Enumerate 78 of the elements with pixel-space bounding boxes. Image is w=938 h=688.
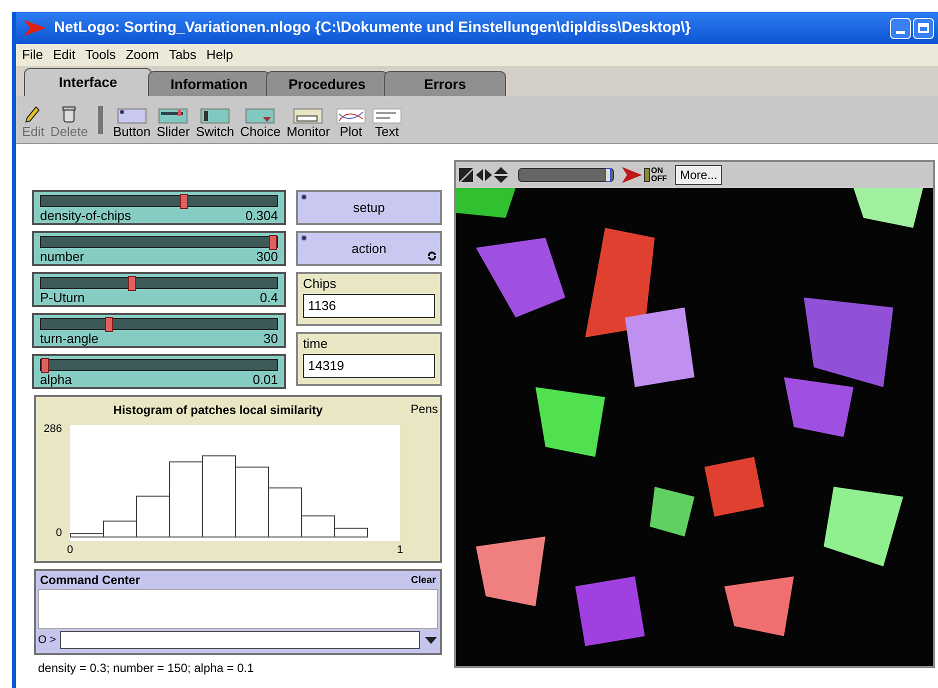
slider[interactable]: P-Uturn 0.4	[32, 272, 286, 307]
tab[interactable]: Procedures	[266, 71, 388, 96]
button[interactable]: setup	[296, 190, 442, 225]
slider[interactable]: density-of-chips 0.304	[32, 190, 286, 225]
dropdown-arrow-icon[interactable]	[424, 635, 438, 645]
pens-label[interactable]: Pens	[410, 400, 438, 418]
tab[interactable]: Information	[148, 71, 270, 96]
more-button[interactable]: More...	[675, 165, 722, 185]
trash-icon	[60, 106, 78, 124]
histogram-bar	[235, 466, 269, 538]
x-tick-label: 1	[396, 544, 404, 556]
monitor-value: 1136	[303, 294, 435, 318]
slider-thumb[interactable]	[269, 235, 277, 250]
indicator-icon	[301, 235, 307, 241]
netlogo-logo-icon	[24, 20, 46, 36]
toolbar-button[interactable]: Text	[372, 106, 402, 140]
monitor-icon	[293, 106, 324, 124]
maximize-button[interactable]	[913, 18, 934, 38]
slider-thumb[interactable]	[128, 276, 136, 291]
button[interactable]: action	[296, 231, 442, 266]
slider-value: 30	[264, 331, 278, 347]
view-update-switch[interactable]: ON OFF	[644, 167, 667, 183]
prompt-label: O >	[38, 632, 56, 648]
slider-label: alpha	[40, 372, 72, 388]
status-text: density = 0.3; number = 150; alpha = 0.1	[38, 660, 255, 677]
speed-thumb[interactable]	[605, 168, 612, 182]
window-title: NetLogo: Sorting_Variationen.nlogo {C:\Dokumente und Einstellungen\dipldiss\Desktop\}	[54, 18, 691, 38]
slider-thumb[interactable]	[180, 194, 188, 209]
slider-thumb[interactable]	[104, 317, 113, 332]
menu-item[interactable]: Zoom	[126, 45, 159, 65]
toolbar-button[interactable]: Switch	[196, 106, 234, 140]
speed-slider[interactable]	[518, 168, 614, 182]
menu-item[interactable]: File	[22, 45, 43, 65]
slider-label: P-Uturn	[40, 290, 85, 306]
choice-icon	[245, 106, 276, 124]
slider-value: 0.01	[252, 372, 278, 388]
indicator-icon	[301, 194, 307, 200]
menu-item[interactable]: Tools	[85, 45, 116, 65]
y-tick-label: 0	[56, 527, 62, 539]
plot-title: Histogram of patches local similarity	[112, 402, 324, 419]
clear-button[interactable]: Clear	[410, 572, 436, 588]
arrow-icon	[622, 167, 642, 183]
menu-item[interactable]: Tabs	[168, 45, 196, 65]
toolbar-button[interactable]: Monitor	[286, 106, 330, 140]
monitor-label: time	[303, 336, 329, 352]
monitor-value: 14319	[303, 354, 435, 378]
monitor-label: Chips	[303, 276, 338, 292]
x-tick-label: 0	[66, 544, 74, 556]
toolbar-separator	[98, 106, 103, 134]
text-icon	[372, 106, 402, 124]
toolbar-button[interactable]: Slider	[156, 106, 190, 140]
view-size-controls-icon[interactable]	[458, 167, 510, 183]
slider[interactable]: number 300	[32, 231, 286, 266]
slider[interactable]: alpha 0.01	[32, 354, 286, 389]
menu-item[interactable]: Help	[206, 45, 234, 65]
tab[interactable]: Errors	[384, 71, 506, 96]
y-tick-label: 286	[44, 423, 62, 435]
toolbar-button[interactable]: Button	[112, 106, 151, 140]
slider-label: number	[40, 249, 84, 265]
slider-value: 0.304	[245, 208, 278, 224]
command-center-title: Command Center	[40, 572, 140, 589]
tab[interactable]: Interface	[24, 68, 152, 96]
slider-label: turn-angle	[40, 331, 99, 347]
minimize-button[interactable]	[890, 18, 911, 38]
slider-icon	[158, 106, 188, 124]
menu-item[interactable]: Edit	[52, 45, 76, 65]
command-input-field[interactable]	[60, 631, 420, 649]
slider-label: density-of-chips	[40, 208, 132, 224]
button-icon	[116, 106, 147, 124]
slider[interactable]: turn-angle 30	[32, 313, 286, 348]
plot-icon	[336, 106, 366, 124]
slider-thumb[interactable]	[41, 358, 49, 373]
switch-icon	[200, 106, 230, 124]
toolbar-button[interactable]: Choice	[240, 106, 281, 140]
pencil-icon	[24, 106, 42, 124]
toolbar-button[interactable]: Plot	[336, 106, 366, 140]
slider-value: 300	[256, 249, 278, 265]
slider-value: 0.4	[260, 290, 278, 306]
